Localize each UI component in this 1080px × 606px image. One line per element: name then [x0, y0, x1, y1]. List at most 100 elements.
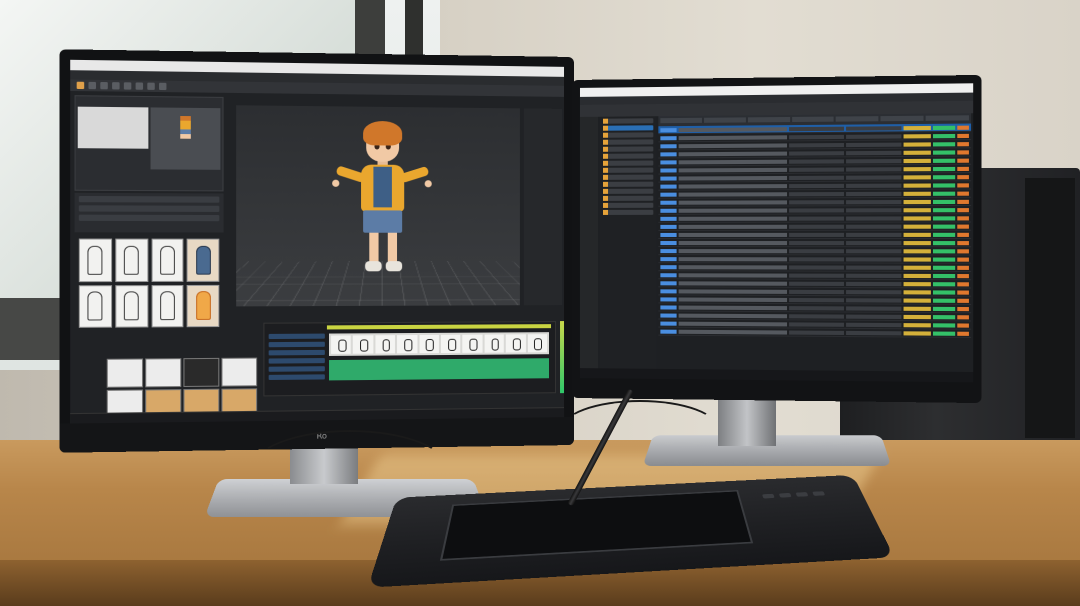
folder-tree-item[interactable]: [602, 160, 654, 166]
sketch-thumbnail[interactable]: [78, 238, 112, 282]
tablet-button[interactable]: [812, 491, 826, 496]
storyboard-frame[interactable]: [106, 358, 144, 388]
table-cell: [903, 323, 932, 328]
timeline-frame[interactable]: [527, 334, 548, 353]
table-row[interactable]: [658, 230, 972, 239]
timeline-layer[interactable]: [268, 341, 325, 348]
folder-tree-item[interactable]: [602, 118, 654, 124]
tool-icon[interactable]: [159, 82, 167, 91]
3d-viewport[interactable]: [236, 105, 520, 307]
folder-tree-item[interactable]: [602, 195, 654, 201]
sketch-thumbnail[interactable]: [78, 284, 112, 328]
table-cell: [678, 289, 787, 294]
table-row[interactable]: [658, 239, 972, 248]
folder-tree-item[interactable]: [602, 181, 654, 187]
timeline-frame[interactable]: [397, 335, 418, 354]
table-cell: [678, 313, 787, 319]
folder-tree-item[interactable]: [602, 139, 654, 145]
tool-icon[interactable]: [123, 82, 132, 90]
column-header[interactable]: [660, 117, 702, 124]
level-meter: [560, 321, 565, 394]
table-cell: [788, 224, 844, 229]
timeline-layer[interactable]: [268, 366, 325, 372]
table-row[interactable]: [658, 327, 972, 338]
table-cell: [678, 305, 787, 311]
sketch-thumbnail[interactable]: [186, 284, 220, 328]
table-cell: [678, 192, 787, 197]
table-cell: [660, 152, 677, 157]
timeline-frame[interactable]: [462, 334, 483, 353]
property-row[interactable]: [78, 195, 220, 203]
character-leg-right: [387, 232, 398, 264]
column-header[interactable]: [836, 116, 879, 122]
animation-timeline[interactable]: [263, 321, 557, 397]
storyboard-frame[interactable]: [221, 357, 258, 387]
timeline-audio-track[interactable]: [329, 358, 550, 381]
storyboard-grid: [106, 357, 258, 419]
folder-tree-item[interactable]: [602, 174, 654, 180]
tool-icon[interactable]: [135, 82, 144, 90]
timeline-frame[interactable]: [419, 334, 439, 354]
table-cell: [788, 257, 844, 262]
timeline-frame[interactable]: [353, 335, 374, 354]
column-header[interactable]: [925, 115, 969, 121]
timeline-layer[interactable]: [268, 374, 325, 380]
reference-thumbnail[interactable]: [77, 106, 149, 149]
storyboard-frame[interactable]: [183, 357, 220, 388]
timeline-frame[interactable]: [375, 335, 396, 354]
sketch-thumbnail[interactable]: [151, 238, 184, 282]
timeline-frame[interactable]: [331, 335, 352, 354]
property-row[interactable]: [78, 214, 220, 222]
table-cell: [660, 168, 677, 173]
3d-character-model[interactable]: [332, 120, 432, 300]
table-row[interactable]: [658, 222, 972, 231]
sketch-thumbnail[interactable]: [115, 284, 148, 328]
folder-tree-item[interactable]: [602, 125, 654, 131]
folder-tree-item[interactable]: [602, 132, 654, 138]
sketch-thumbnail[interactable]: [115, 238, 148, 282]
folder-tree-item[interactable]: [602, 202, 654, 208]
property-row[interactable]: [78, 205, 220, 212]
column-header[interactable]: [880, 115, 924, 122]
table-cell: [933, 290, 956, 295]
tablet-button[interactable]: [762, 493, 775, 499]
reference-character-thumbnail[interactable]: [150, 107, 221, 170]
storyboard-frame[interactable]: [145, 358, 182, 388]
character-leg-left: [369, 232, 379, 264]
table-cell: [933, 232, 956, 237]
folder-tree-item[interactable]: [602, 167, 654, 173]
timeline-layer[interactable]: [268, 349, 325, 356]
table-cell: [903, 257, 932, 262]
folder-tree-item[interactable]: [602, 153, 654, 159]
table-cell: [678, 184, 787, 189]
table-cell: [678, 200, 787, 205]
folder-tree-item[interactable]: [602, 146, 654, 152]
timeline-frame[interactable]: [484, 334, 505, 353]
folder-tree-item[interactable]: [602, 188, 654, 194]
table-cell: [845, 126, 902, 131]
tablet-active-area[interactable]: [439, 490, 754, 561]
column-header[interactable]: [703, 117, 746, 123]
timeline-ruler[interactable]: [326, 324, 552, 330]
table-cell: [903, 314, 932, 320]
file-manager-sidebar[interactable]: [579, 116, 598, 369]
table-cell: [788, 175, 844, 181]
timeline-layer[interactable]: [268, 333, 325, 340]
table-cell: [845, 208, 902, 213]
folder-tree-item[interactable]: [602, 209, 654, 215]
timeline-layer[interactable]: [268, 358, 325, 364]
column-header[interactable]: [791, 116, 835, 123]
column-header[interactable]: [747, 116, 790, 123]
folder-icon: [602, 160, 609, 166]
tool-icon[interactable]: [88, 81, 97, 90]
tablet-button[interactable]: [778, 492, 792, 498]
timeline-frame[interactable]: [440, 334, 461, 354]
tool-icon[interactable]: [147, 82, 155, 90]
sketch-thumbnail[interactable]: [151, 284, 184, 328]
tool-icon[interactable]: [100, 82, 108, 90]
tool-icon[interactable]: [76, 81, 85, 90]
sketch-thumbnail[interactable]: [186, 238, 220, 282]
timeline-frame[interactable]: [506, 334, 526, 353]
tablet-button[interactable]: [795, 492, 809, 497]
tool-icon[interactable]: [112, 82, 120, 90]
